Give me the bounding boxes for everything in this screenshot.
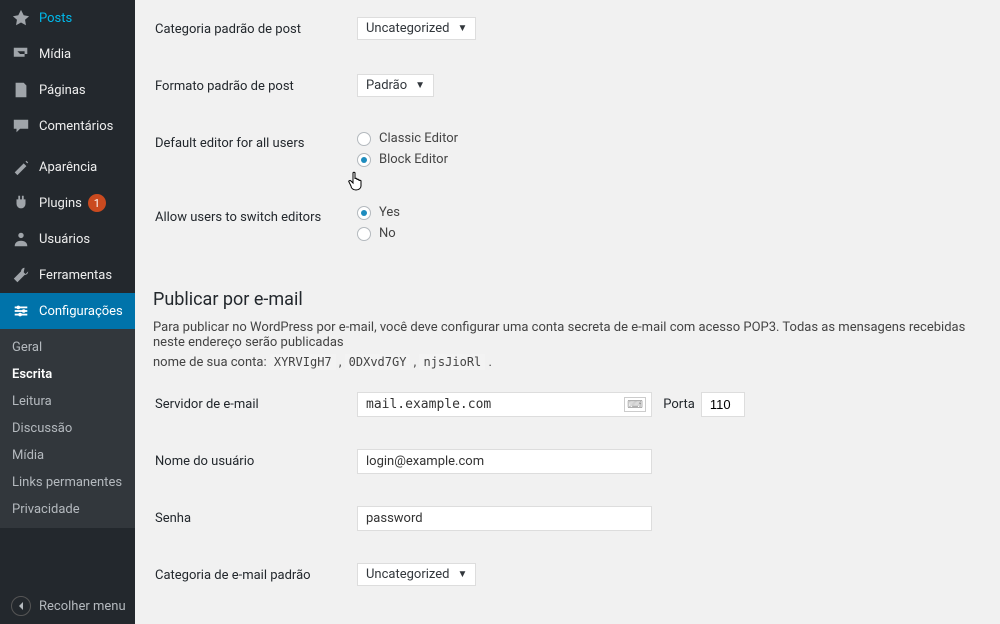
menu-label: Posts [39, 11, 72, 26]
email-desc-line1: Para publicar no WordPress por e-mail, v… [153, 320, 1000, 350]
radio-block-editor[interactable]: Block Editor [357, 152, 988, 167]
settings-icon [11, 301, 31, 321]
menu-label: Mídia [39, 47, 71, 62]
label-servidor-email: Servidor de e-mail [155, 377, 345, 432]
sidebar-item-plugins[interactable]: Plugins 1 [0, 185, 135, 221]
input-nome-usuario[interactable] [357, 449, 652, 474]
chevron-down-icon: ▼ [457, 23, 467, 34]
chevron-down-icon: ▼ [415, 80, 425, 91]
radio-switch-yes[interactable]: Yes [357, 205, 988, 220]
menu-label: Ferramentas [39, 268, 112, 283]
chevron-down-icon: ▼ [457, 569, 467, 580]
submenu-item-leitura[interactable]: Leitura [0, 388, 135, 415]
submenu-item-discussao[interactable]: Discussão [0, 415, 135, 442]
label-categoria-email: Categoria de e-mail padrão [155, 548, 345, 603]
tools-icon [11, 265, 31, 285]
code-sample-1: XYRVIgH7 [270, 354, 336, 370]
radio-classic-editor[interactable]: Classic Editor [357, 131, 988, 146]
code-sample-3: njsJioRl [419, 354, 485, 370]
submenu-item-geral[interactable]: Geral [0, 334, 135, 361]
collapse-icon [11, 596, 31, 616]
radio-icon [357, 132, 371, 146]
label-porta: Porta [663, 397, 695, 412]
label-default-editor: Default editor for all users [155, 116, 345, 188]
update-badge: 1 [88, 194, 106, 212]
label-formato-padrao: Formato padrão de post [155, 59, 345, 114]
email-desc-line2: nome de sua conta: XYRVIgH7 , 0DXvd7GY ,… [153, 355, 1000, 370]
menu-label: Usuários [39, 232, 90, 247]
radio-icon [357, 227, 371, 241]
menu-label: Páginas [39, 83, 86, 98]
submenu-item-privacidade[interactable]: Privacidade [0, 496, 135, 523]
sidebar-item-aparencia[interactable]: Aparência [0, 149, 135, 185]
input-porta[interactable] [701, 392, 745, 417]
label-nome-usuario: Nome do usuário [155, 434, 345, 489]
sidebar-item-paginas[interactable]: Páginas [0, 72, 135, 108]
select-formato-padrao[interactable]: Padrão ▼ [357, 74, 434, 97]
select-categoria-email[interactable]: Uncategorized ▼ [357, 563, 476, 586]
pages-icon [11, 80, 31, 100]
label-allow-switch: Allow users to switch editors [155, 190, 345, 262]
admin-sidebar: Posts Mídia Páginas Comentários Aparênci… [0, 0, 135, 624]
radio-switch-no[interactable]: No [357, 226, 988, 241]
collapse-menu-button[interactable]: Recolher menu [0, 588, 135, 624]
label-categoria-padrao: Categoria padrão de post [155, 2, 345, 57]
label-senha: Senha [155, 491, 345, 546]
sidebar-item-ferramentas[interactable]: Ferramentas [0, 257, 135, 293]
heading-publicar-email: Publicar por e-mail [153, 289, 1000, 310]
input-senha[interactable] [357, 506, 652, 531]
menu-label: Aparência [39, 160, 97, 175]
settings-writing-panel: Categoria padrão de post Uncategorized ▼… [135, 0, 1000, 624]
plugins-icon [11, 193, 31, 213]
submenu-item-escrita[interactable]: Escrita [0, 361, 135, 388]
radio-icon [357, 153, 371, 167]
sidebar-item-midia[interactable]: Mídia [0, 36, 135, 72]
submenu-item-links[interactable]: Links permanentes [0, 469, 135, 496]
code-sample-2: 0DXvd7GY [345, 354, 411, 370]
sidebar-item-configuracoes[interactable]: Configurações [0, 293, 135, 329]
collapse-label: Recolher menu [39, 599, 126, 614]
menu-label: Configurações [39, 304, 123, 319]
menu-label: Plugins [39, 196, 82, 211]
media-icon [11, 44, 31, 64]
radio-icon [357, 206, 371, 220]
appearance-icon [11, 157, 31, 177]
pin-icon [11, 8, 31, 28]
menu-label: Comentários [39, 119, 113, 134]
sidebar-item-comentarios[interactable]: Comentários [0, 108, 135, 144]
settings-submenu: Geral Escrita Leitura Discussão Mídia Li… [0, 329, 135, 528]
users-icon [11, 229, 31, 249]
select-categoria-padrao[interactable]: Uncategorized ▼ [357, 17, 476, 40]
sidebar-item-posts[interactable]: Posts [0, 0, 135, 36]
input-servidor-email[interactable] [357, 392, 652, 417]
sidebar-item-usuarios[interactable]: Usuários [0, 221, 135, 257]
submenu-item-midia[interactable]: Mídia [0, 442, 135, 469]
comments-icon [11, 116, 31, 136]
keyboard-icon: ⌨ [624, 397, 646, 412]
